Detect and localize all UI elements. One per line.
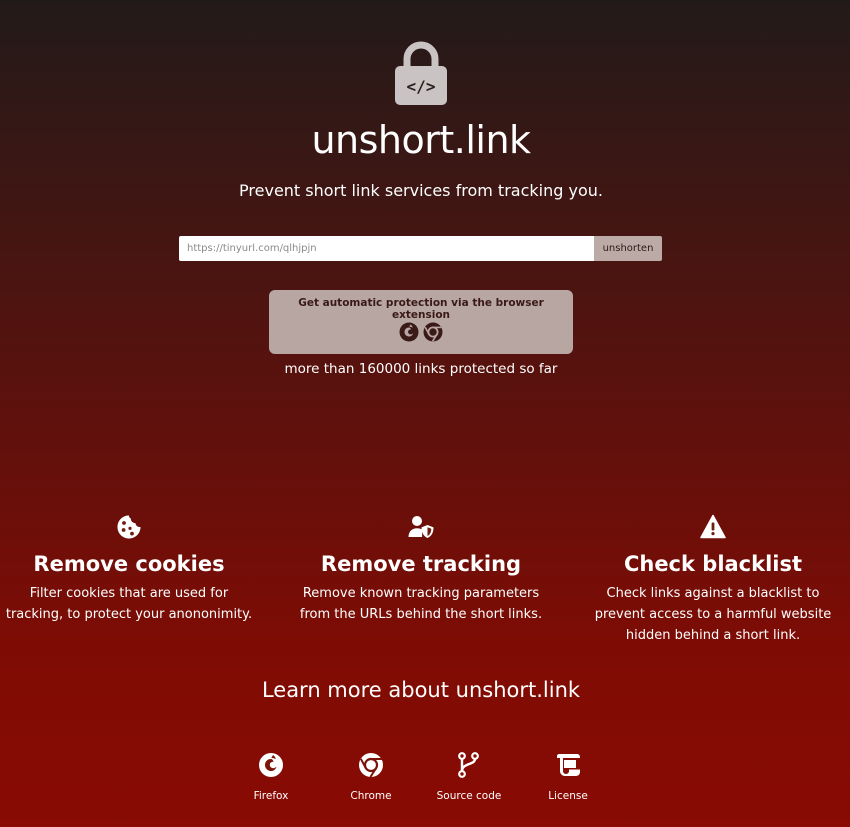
footer-link-label: License [548,790,588,802]
learn-more-link[interactable]: Learn more about unshort.link [0,678,842,702]
footer-link-firefox[interactable]: Firefox [226,752,316,802]
svg-text:</>: </> [407,77,436,96]
firefox-extension-link[interactable] [399,322,419,342]
firefox-icon [399,322,419,342]
extension-promo-text: Get automatic protection via the browser… [298,297,544,321]
footer-link-source-code[interactable]: Source code [424,752,514,802]
feature-description: Filter cookies that are used for trackin… [5,586,253,622]
cookie-icon [117,515,141,539]
footer-link-license[interactable]: License [523,752,613,802]
chrome-icon [359,753,383,778]
firefox-icon [259,753,283,777]
feature-remove-tracking: Remove tracking Remove known tracking pa… [296,514,546,625]
feature-description: Check links against a blacklist to preve… [594,586,832,643]
tagline: Prevent short link services from trackin… [239,181,603,200]
chrome-extension-link[interactable] [423,322,443,342]
feature-check-blacklist: Check blacklist Check links against a bl… [588,514,838,646]
unshorten-form: unshorten [179,236,662,261]
browser-extension-panel: Get automatic protection via the browser… [269,290,573,354]
feature-title: Remove cookies [33,552,225,576]
lock-logo-icon: </> [395,41,447,105]
scroll-icon [557,754,580,776]
site-title: unshort.link [311,118,531,162]
footer-link-label: Source code [436,790,502,802]
user-shield-icon [408,516,434,538]
chrome-icon [423,322,443,342]
feature-title: Check blacklist [623,552,803,576]
footer-link-chrome[interactable]: Chrome [326,752,416,802]
code-branch-icon [458,752,479,778]
feature-title: Remove tracking [320,552,522,576]
extension-icons [269,322,573,342]
footer-link-label: Firefox [253,790,289,802]
feature-description: Remove known tracking parameters from th… [299,586,543,622]
unshorten-button[interactable]: unshorten [594,236,662,261]
footer-link-label: Chrome [350,790,392,802]
url-input[interactable] [179,236,594,261]
protected-links-counter: more than 160000 links protected so far [284,361,558,377]
feature-remove-cookies: Remove cookies Filter cookies that are u… [4,514,254,625]
warning-icon [700,514,726,539]
